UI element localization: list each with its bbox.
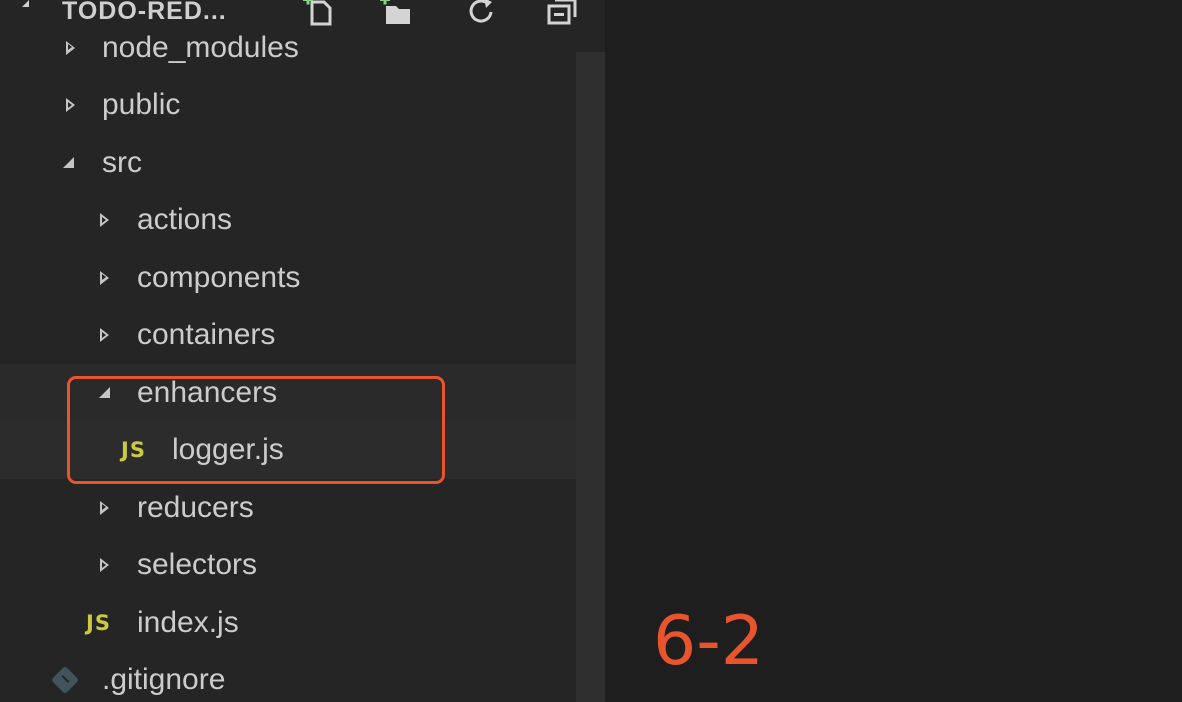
editor-window: TODO-RED... node_modules public src acti…	[0, 0, 1182, 702]
tree-item-label: selectors	[137, 548, 258, 582]
tree-item-src[interactable]: src	[0, 134, 605, 192]
tree-item-components[interactable]: components	[0, 249, 605, 307]
tree-item-label: logger.js	[172, 433, 284, 467]
chevron-right-icon	[100, 270, 109, 285]
tree-item-label: public	[102, 88, 181, 122]
clip-number-label: 6-2	[653, 602, 765, 681]
tree-item-label: actions	[137, 203, 233, 237]
explorer-sidebar: TODO-RED... node_modules public src acti…	[0, 0, 605, 702]
tree-item-label: index.js	[137, 605, 239, 639]
tree-item-label: reducers	[137, 490, 254, 524]
chevron-right-icon	[100, 328, 109, 343]
chevron-down-icon	[99, 386, 110, 398]
tree-item-reducers[interactable]: reducers	[0, 479, 605, 537]
tree-item-label: src	[102, 145, 142, 179]
tree-item-public[interactable]: public	[0, 77, 605, 135]
tree-item-selectors[interactable]: selectors	[0, 537, 605, 595]
tree-item-label: .gitignore	[102, 663, 226, 697]
tree-item-label: containers	[137, 318, 276, 352]
tree-item-index-js[interactable]: JS index.js	[0, 594, 605, 652]
tree-item-actions[interactable]: actions	[0, 192, 605, 250]
tree-item-enhancers[interactable]: enhancers	[0, 364, 605, 422]
chevron-right-icon	[100, 558, 109, 573]
tree-item-label: enhancers	[137, 375, 278, 409]
tree-item-gitignore[interactable]: .gitignore	[0, 652, 605, 702]
section-collapse-chevron-icon[interactable]	[22, 0, 29, 7]
tree-item-logger-js[interactable]: JS logger.js	[0, 421, 605, 479]
javascript-file-icon: JS	[86, 610, 111, 635]
sidebar-scrollbar[interactable]	[576, 52, 605, 702]
chevron-right-icon	[66, 98, 75, 113]
chevron-right-icon	[100, 500, 109, 515]
tree-item-containers[interactable]: containers	[0, 307, 605, 365]
git-icon	[50, 666, 80, 695]
javascript-file-icon: JS	[121, 438, 146, 463]
tree-item-label: node_modules	[102, 30, 299, 64]
chevron-down-icon	[63, 156, 74, 168]
chevron-right-icon	[66, 40, 75, 55]
tree-item-label: components	[137, 260, 301, 294]
tree-item-node-modules[interactable]: node_modules	[0, 19, 605, 77]
file-tree: node_modules public src actions componen…	[0, 19, 605, 702]
chevron-right-icon	[100, 213, 109, 228]
